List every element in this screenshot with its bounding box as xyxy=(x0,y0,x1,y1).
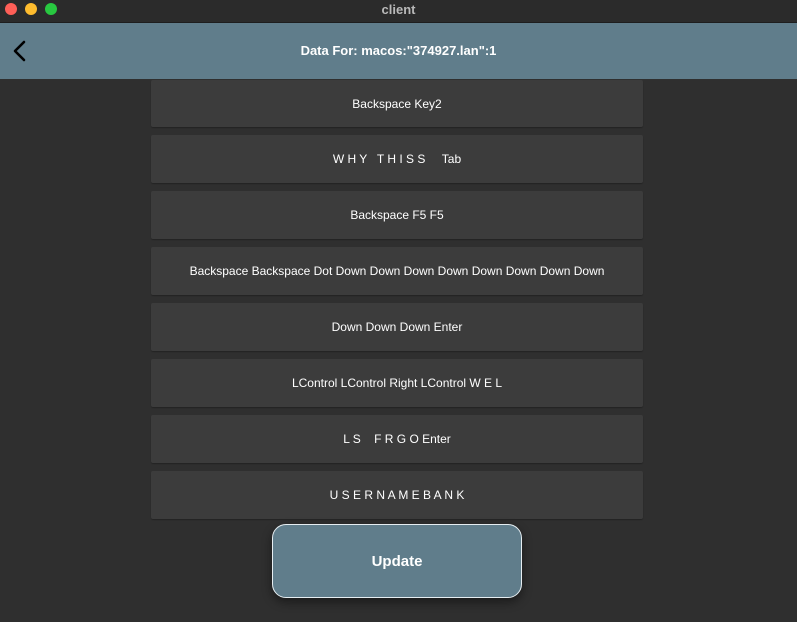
update-button[interactable]: Update xyxy=(272,524,522,598)
list-item[interactable]: W H Y T H I S S Tab xyxy=(151,135,643,183)
page-title: Data For: macos:"374927.lan":1 xyxy=(300,43,497,58)
list-item[interactable]: Backspace F5 F5 xyxy=(151,191,643,239)
list-item-label: Down Down Down Enter xyxy=(331,320,463,334)
list-item[interactable]: L S F R G O Enter xyxy=(151,415,643,463)
macro-list: Backspace Key2 W H Y T H I S S Tab Backs… xyxy=(151,80,643,527)
list-item-label: Backspace F5 F5 xyxy=(350,208,444,222)
list-item[interactable]: Backspace Key2 xyxy=(151,80,643,127)
list-item-label: Backspace Backspace Dot Down Down Down D… xyxy=(189,264,605,278)
window-title: client xyxy=(381,2,416,17)
list-item[interactable]: U S E R N A M E B A N K xyxy=(151,471,643,519)
list-item[interactable]: Backspace Backspace Dot Down Down Down D… xyxy=(151,247,643,295)
list-item-label: LControl LControl Right LControl W E L xyxy=(291,376,503,390)
app-header: Data For: macos:"374927.lan":1 xyxy=(0,23,797,79)
list-item[interactable]: LControl LControl Right LControl W E L xyxy=(151,359,643,407)
list-item-label: Backspace Key2 xyxy=(352,96,442,111)
list-item-label: W H Y T H I S S Tab xyxy=(332,152,462,166)
list-item-label: U S E R N A M E B A N K xyxy=(329,488,465,502)
list-item[interactable]: Down Down Down Enter xyxy=(151,303,643,351)
list-item-label: L S F R G O Enter xyxy=(343,432,451,446)
window-titlebar: client xyxy=(0,0,797,23)
